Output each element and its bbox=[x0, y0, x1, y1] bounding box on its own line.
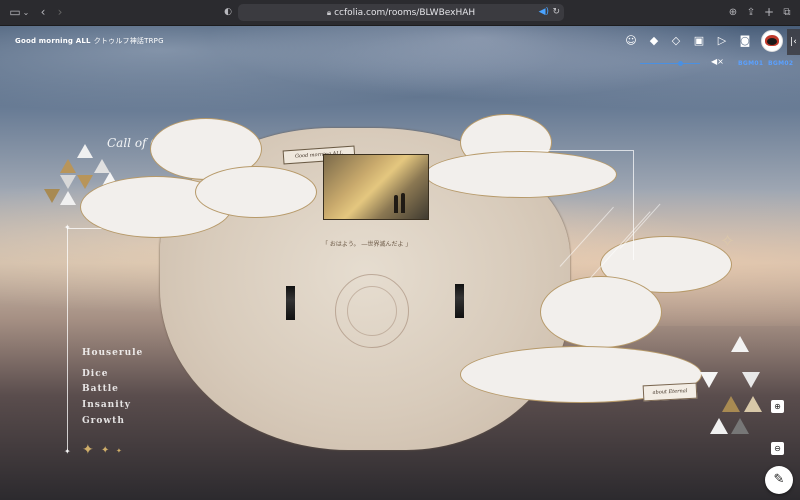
triangle-decoration bbox=[700, 372, 718, 388]
cloud-illustration bbox=[425, 151, 617, 198]
room-title[interactable]: Good morning ALL クトゥルフ神話TRPG bbox=[15, 36, 164, 46]
speaker-icon[interactable]: ◀) bbox=[539, 4, 549, 21]
menu-houserule[interactable]: Houserule bbox=[82, 348, 143, 358]
menu-battle[interactable]: Battle bbox=[82, 384, 119, 394]
sparkle-icon: ✦ bbox=[64, 447, 71, 456]
zoom-out-icon: ⊖ bbox=[774, 444, 781, 453]
forward-icon[interactable]: › bbox=[55, 4, 65, 21]
back-icon[interactable]: ‹ bbox=[38, 4, 48, 21]
triangle-decoration bbox=[60, 175, 76, 189]
mute-icon[interactable]: ◀× bbox=[711, 57, 724, 66]
reload-icon[interactable]: ↻ bbox=[552, 4, 560, 21]
shield-icon[interactable]: ◐ bbox=[222, 4, 234, 21]
tabs-icon[interactable]: ⧉ bbox=[780, 4, 794, 21]
sparkle-icon: ✦ bbox=[116, 447, 122, 455]
triangle-decoration bbox=[722, 396, 740, 412]
figure-silhouette bbox=[394, 195, 398, 213]
cloud-illustration bbox=[195, 166, 317, 218]
cloud-illustration bbox=[540, 276, 662, 348]
video-icon[interactable]: ▷ bbox=[715, 34, 729, 48]
sparkle-icon: ✦ bbox=[82, 442, 94, 458]
face-icon[interactable]: ☺ bbox=[624, 34, 638, 48]
address-bar[interactable]: 🔒︎ ccfolia.com/rooms/BLWBexHAH ◀) ↻ bbox=[238, 4, 564, 21]
character-token[interactable] bbox=[286, 286, 295, 320]
menu-insanity[interactable]: Insanity bbox=[82, 400, 131, 410]
collapse-panel-icon[interactable]: |‹ bbox=[787, 29, 800, 55]
sparkle-icon: ✧ bbox=[720, 231, 736, 252]
map-compass-inner bbox=[347, 286, 397, 336]
menu-growth[interactable]: Growth bbox=[82, 416, 125, 426]
character-token[interactable] bbox=[455, 284, 464, 318]
triangle-decoration bbox=[744, 396, 762, 412]
zoom-in-button[interactable]: ⊕ bbox=[771, 400, 784, 413]
volume-slider[interactable] bbox=[640, 63, 700, 64]
bgm01-button[interactable]: BGM01 bbox=[738, 60, 763, 67]
triangle-decoration bbox=[94, 159, 110, 173]
browser-toolbar: ▭ ⌄ ‹ › ◐ 🔒︎ ccfolia.com/rooms/BLWBexHAH … bbox=[0, 0, 800, 26]
zoom-out-button[interactable]: ⊖ bbox=[771, 442, 784, 455]
new-tab-icon[interactable]: + bbox=[762, 4, 776, 21]
edit-fab-button[interactable]: ✎ bbox=[765, 466, 793, 494]
url-text: ccfolia.com/rooms/BLWBexHAH bbox=[334, 8, 476, 18]
user-avatar[interactable] bbox=[761, 30, 783, 52]
cat-icon[interactable]: ◙ bbox=[738, 34, 752, 48]
figure-silhouette bbox=[401, 193, 405, 213]
frame-line-vertical bbox=[633, 150, 634, 260]
download-icon[interactable]: ⊕ bbox=[726, 4, 740, 21]
triangle-decoration bbox=[731, 336, 749, 352]
layers-outline-icon[interactable]: ◇ bbox=[669, 34, 683, 48]
pencil-icon: ✎ bbox=[773, 472, 785, 487]
triangle-decoration bbox=[44, 189, 60, 203]
sparkle-icon: ✦ bbox=[101, 445, 110, 456]
sparkle-icon: ✦ bbox=[64, 223, 71, 232]
frame-line-vertical bbox=[67, 228, 68, 452]
volume-knob[interactable] bbox=[678, 61, 683, 66]
map-quote: 「 おはよう。 ―世界滅んだよ 」 bbox=[322, 241, 412, 248]
add-photo-icon[interactable]: ▣ bbox=[692, 34, 706, 48]
bgm02-button[interactable]: BGM02 bbox=[768, 60, 793, 67]
layers-icon[interactable]: ◆ bbox=[647, 34, 661, 48]
share-icon[interactable]: ⇪ bbox=[744, 4, 758, 21]
room-stage[interactable]: Good morning ALL クトゥルフ神話TRPG ☺ ◆ ◇ ▣ ▷ ◙ … bbox=[0, 26, 800, 500]
sidebar-icon[interactable]: ▭ bbox=[8, 4, 22, 21]
room-subtitle: クトゥルフ神話TRPG bbox=[93, 37, 164, 45]
room-title-text: Good morning ALL bbox=[15, 37, 91, 45]
eternal-sign: about Eternal bbox=[642, 382, 698, 402]
triangle-decoration bbox=[77, 144, 93, 158]
lock-icon: 🔒︎ bbox=[326, 8, 332, 17]
triangle-decoration bbox=[710, 418, 728, 434]
scene-image[interactable] bbox=[323, 154, 429, 220]
zoom-in-icon: ⊕ bbox=[774, 402, 781, 411]
menu-dice[interactable]: Dice bbox=[82, 369, 108, 379]
avatar-shape-dark bbox=[767, 38, 777, 45]
triangle-decoration bbox=[731, 418, 749, 434]
triangle-decoration bbox=[77, 175, 93, 189]
triangle-decoration bbox=[742, 372, 760, 388]
chevron-down-icon[interactable]: ⌄ bbox=[22, 4, 30, 21]
triangle-decoration bbox=[60, 159, 76, 173]
triangle-decoration bbox=[60, 191, 76, 205]
frame-line-horizontal bbox=[520, 150, 633, 151]
